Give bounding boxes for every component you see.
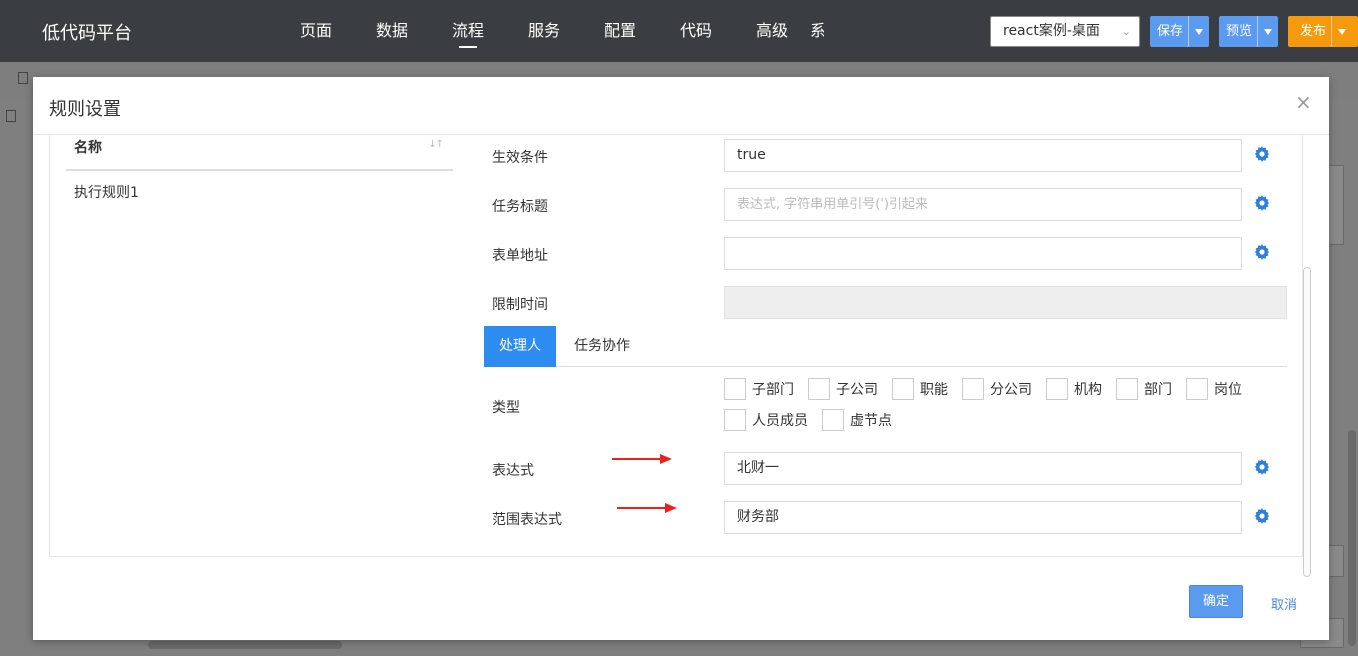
expression-label: 表达式 [492, 463, 534, 479]
checkbox-sub-department[interactable]: 子部门 [724, 378, 794, 400]
task-title-input[interactable]: 表达式, 字符串用单引号(')引起来 [724, 188, 1242, 221]
save-dropdown-toggle[interactable] [1188, 16, 1208, 47]
checkbox-department[interactable]: 部门 [1116, 378, 1172, 400]
rule-settings-dialog: 规则设置 × 名称 ↓↑ 执行规则1 生效条件 true 任务标题 表达式, 字… [33, 77, 1329, 640]
range-expression-label: 范围表达式 [492, 512, 562, 528]
effective-condition-label: 生效条件 [492, 150, 548, 166]
nav-item-advanced[interactable]: 高级 [734, 0, 810, 62]
checkbox-box[interactable] [1046, 378, 1068, 400]
checkbox-label: 子部门 [752, 382, 794, 398]
dialog-header: 规则设置 × [33, 77, 1329, 135]
nav-item-workflow[interactable]: 流程 [430, 0, 506, 62]
caret-down-icon [1194, 28, 1203, 35]
nav-item-pages[interactable]: 页面 [278, 0, 354, 62]
checkbox-box[interactable] [724, 378, 746, 400]
checkbox-label: 分公司 [990, 382, 1032, 398]
nav-item-services[interactable]: 服务 [506, 0, 582, 62]
nav-item-code[interactable]: 代码 [658, 0, 734, 62]
checkbox-subsidiary[interactable]: 子公司 [808, 378, 878, 400]
checkbox-virtual-node[interactable]: 虚节点 [822, 409, 892, 431]
rule-form: 生效条件 true 任务标题 表达式, 字符串用单引号(')引起来 表单地址 限… [482, 135, 1302, 555]
handler-tabs: 处理人 任务协作 [484, 326, 1287, 367]
dialog-scrollbar[interactable] [1303, 267, 1311, 577]
checkbox-position[interactable]: 岗位 [1186, 378, 1242, 400]
chevron-down-icon: ⌄ [1121, 25, 1131, 38]
publish-button[interactable]: 发布 [1288, 16, 1358, 47]
copy-icon [18, 72, 28, 84]
gear-icon[interactable] [1254, 244, 1270, 260]
preview-button[interactable]: 预览 [1219, 16, 1278, 47]
type-checkbox-row-1: 子部门 子公司 职能 分公司 机构 部门 岗位 [724, 378, 1256, 400]
publish-button-label: 发布 [1300, 24, 1327, 39]
cancel-button[interactable]: 取消 [1271, 594, 1297, 613]
checkbox-box[interactable] [808, 378, 830, 400]
gear-icon[interactable] [1254, 146, 1270, 162]
checkbox-box[interactable] [822, 409, 844, 431]
brand-title: 低代码平台 [42, 23, 132, 44]
dialog-body: 名称 ↓↑ 执行规则1 生效条件 true 任务标题 表达式, 字符串用单引号(… [49, 135, 1303, 557]
publish-dropdown-toggle[interactable] [1331, 16, 1351, 47]
checkbox-organization[interactable]: 机构 [1046, 378, 1102, 400]
form-url-label: 表单地址 [492, 248, 548, 264]
time-limit-input [724, 286, 1287, 319]
checkbox-label: 机构 [1074, 382, 1102, 398]
project-select-value: react案例-桌面 [1003, 23, 1100, 39]
checkbox-branch[interactable]: 分公司 [962, 378, 1032, 400]
dialog-title: 规则设置 [49, 99, 121, 120]
checkbox-box[interactable] [724, 409, 746, 431]
expression-input[interactable]: 北财一 [724, 452, 1242, 485]
checkbox-box[interactable] [1186, 378, 1208, 400]
nav-item-data[interactable]: 数据 [354, 0, 430, 62]
close-icon[interactable]: × [1295, 92, 1312, 112]
annotation-arrow-icon [617, 503, 677, 513]
sort-icon[interactable]: ↓↑ [428, 139, 444, 150]
background-scrollbar [1348, 430, 1356, 646]
checkbox-personnel[interactable]: 人员成员 [724, 409, 808, 431]
checkbox-box[interactable] [1116, 378, 1138, 400]
range-expression-input[interactable]: 财务部 [724, 501, 1242, 534]
time-limit-label: 限制时间 [492, 297, 548, 313]
save-button[interactable]: 保存 [1150, 16, 1209, 47]
caret-down-icon [1263, 28, 1272, 35]
checkbox-box[interactable] [892, 378, 914, 400]
top-navigation-bar: 低代码平台 页面 数据 流程 服务 配置 代码 高级 系 react案例-桌面 … [0, 0, 1358, 62]
checkbox-box[interactable] [962, 378, 984, 400]
checkbox-label: 岗位 [1214, 382, 1242, 398]
tab-task-collaboration[interactable]: 任务协作 [566, 326, 638, 367]
type-label: 类型 [492, 400, 520, 416]
gear-icon[interactable] [1254, 508, 1270, 524]
annotation-arrow-icon [612, 454, 672, 464]
nav-item-truncated[interactable]: 系 [810, 0, 824, 62]
gear-icon[interactable] [1254, 195, 1270, 211]
tree-icon [6, 110, 16, 122]
rule-list-item[interactable]: 执行规则1 [74, 182, 139, 202]
project-select[interactable]: react案例-桌面 ⌄ [990, 16, 1140, 47]
checkbox-label: 部门 [1144, 382, 1172, 398]
main-nav: 页面 数据 流程 服务 配置 代码 高级 系 [278, 0, 824, 62]
checkbox-label: 人员成员 [752, 413, 808, 429]
caret-down-icon [1337, 28, 1346, 35]
checkbox-label: 虚节点 [850, 413, 892, 429]
checkbox-label: 子公司 [836, 382, 878, 398]
preview-button-label: 预览 [1226, 24, 1253, 39]
effective-condition-input[interactable]: true [724, 139, 1242, 172]
form-url-input[interactable] [724, 237, 1242, 270]
save-button-label: 保存 [1157, 24, 1184, 39]
preview-dropdown-toggle[interactable] [1257, 16, 1277, 47]
gear-icon[interactable] [1254, 459, 1270, 475]
checkbox-function[interactable]: 职能 [892, 378, 948, 400]
task-title-label: 任务标题 [492, 199, 548, 215]
rule-list-header: 名称 ↓↑ [66, 135, 453, 171]
nav-item-config[interactable]: 配置 [582, 0, 658, 62]
confirm-button[interactable]: 确定 [1189, 585, 1243, 618]
column-header-name: 名称 [74, 140, 102, 156]
checkbox-label: 职能 [920, 382, 948, 398]
background-horizontal-scrollbar [148, 641, 342, 649]
tab-handler[interactable]: 处理人 [484, 326, 556, 367]
type-checkbox-row-2: 人员成员 虚节点 [724, 409, 906, 431]
rule-list: 名称 ↓↑ 执行规则1 [66, 135, 453, 555]
